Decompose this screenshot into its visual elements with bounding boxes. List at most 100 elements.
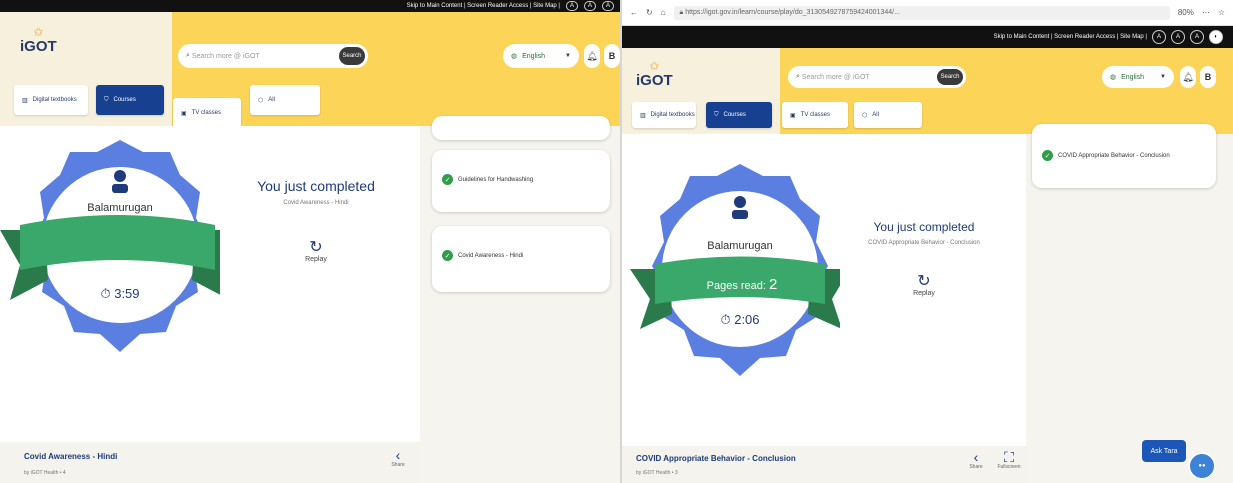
list-item-label: Covid Awareness - Hindi [458,252,524,259]
tab-tv-classes[interactable]: ▣ TV classes [173,98,241,128]
accessibility-links[interactable]: Skip to Main Content | Screen Reader Acc… [994,34,1147,40]
list-item[interactable]: ✓ Guidelines for Handwashing [442,174,533,185]
chevron-down-icon: ▼ [1160,74,1166,80]
list-item[interactable]: ✓ Covid Awareness - Hindi [442,250,523,261]
tab-all[interactable]: ⬡ All [854,102,922,128]
course-title: COVID Appropriate Behavior - Conclusion [636,454,796,463]
share-label: Share [391,462,405,468]
book-icon: ▥ [640,112,646,119]
notification-bell-icon[interactable]: 🔔︎ [1180,66,1196,88]
completion-title: You just completed [257,178,375,194]
pages-read-label: Pages read: [706,280,766,292]
badge-user-name: Balamurugan [87,202,153,214]
language-select[interactable]: ◍ English ▼ [1102,66,1174,88]
left-player-pane: Skip to Main Content | Screen Reader Acc… [0,0,620,483]
user-icon-head [114,170,126,182]
pages-read: Pages read: 2 [692,276,792,293]
bookmark-star-icon[interactable]: ☆ [1218,8,1225,17]
check-circle-icon: ✓ [442,174,453,185]
graduation-cap-icon: ⛉ [104,96,109,103]
search-button[interactable]: Search [339,47,365,65]
tab-tv-classes[interactable]: ▣ TV classes [782,102,848,128]
share-label: Share [969,464,983,470]
badge-timer: ⏱︎ 2:06 [700,312,780,328]
fullscreen-button[interactable]: ⛶ Fullscreen [994,450,1024,470]
completion-subtitle: COVID Appropriate Behavior - Conclusion [868,240,980,246]
contrast-icon[interactable]: ◐ [1209,30,1223,44]
font-reset-button[interactable]: A [584,1,596,11]
course-list-panel: ✓ COVID Appropriate Behavior - Conclusio… [1026,124,1233,483]
course-meta: by iGOT Health • 3 [636,470,678,476]
font-reset-button[interactable]: A [1171,30,1185,44]
star-icon: ✩ [33,25,44,39]
badge-time-value: 2:06 [734,312,760,327]
tab-label: Digital textbooks [650,112,695,118]
list-card-top [432,116,610,140]
tab-label: TV classes [191,110,222,116]
badge-user-name: Balamurugan [707,240,773,252]
tab-label: TV classes [800,112,831,118]
logo-text: iGOT [636,72,673,89]
completion-title: You just completed [873,220,975,234]
badge-time-value: 3:59 [114,286,140,301]
font-increase-button[interactable]: A [602,1,614,11]
list-item-label: COVID Appropriate Behavior - Conclusion [1058,152,1170,159]
logo-text: iGOT [20,38,57,55]
avatar[interactable]: B [1200,66,1216,88]
tab-courses[interactable]: ⛉ Courses [706,102,772,128]
replay-button[interactable]: ↻ Replay [296,240,336,264]
player-footer: Covid Awareness - Hindi by iGOT Health •… [0,442,420,483]
check-circle-icon: ✓ [442,250,453,261]
chatbot-avatar-icon[interactable]: ●● [1188,452,1216,480]
accessibility-bar: Skip to Main Content | Screen Reader Acc… [622,26,1233,48]
avatar[interactable]: B [604,44,620,68]
site-header: ✩ iGOT ⌕ Search more @ iGOT Search ◍ Eng… [0,12,620,128]
tab-all[interactable]: ⬡ All [250,85,320,115]
share-button[interactable]: ‹ Share [386,448,410,468]
badge-timer: ⏱︎ 3:59 [80,286,160,302]
font-increase-button[interactable]: A [1190,30,1204,44]
all-icon: ⬡ [862,112,868,119]
search-placeholder: Search more @ iGOT [801,73,870,81]
site-header: ✩ iGOT ⌕ Search more @ iGOT Search ◍ Eng… [622,48,1233,134]
menu-dots-icon[interactable]: ⋯ [1202,8,1210,17]
pages-read-value: 2 [769,276,778,293]
tab-label: Digital textbooks [32,97,77,103]
replay-label: Replay [305,256,327,263]
search-input[interactable]: ⌕ Search more @ iGOT Search [178,44,368,68]
player-content: Balamurugan Pages read: 2 ⏱︎ 2:06 You ju… [622,134,1026,446]
reload-icon[interactable]: ↻ [646,8,653,17]
tab-digital-textbooks[interactable]: ▥ Digital textbooks [632,102,696,128]
search-input[interactable]: ⌕ Search more @ iGOT Search [788,66,966,88]
back-arrow-icon[interactable]: ← [630,8,638,17]
course-title: Covid Awareness - Hindi [24,452,118,461]
home-icon[interactable]: ⌂ [661,8,666,17]
zoom-level[interactable]: 80% [1178,8,1194,17]
tab-courses[interactable]: ⛉ Courses [96,85,164,115]
font-decrease-button[interactable]: A [566,1,578,11]
stopwatch-icon: ⏱︎ [720,312,731,327]
notification-bell-icon[interactable]: 🔔︎ [584,44,600,68]
fullscreen-label: Fullscreen [997,464,1021,470]
list-item[interactable]: ✓ COVID Appropriate Behavior - Conclusio… [1042,150,1170,161]
font-decrease-button[interactable]: A [1152,30,1166,44]
accessibility-bar: Skip to Main Content | Screen Reader Acc… [0,0,620,12]
share-button[interactable]: ‹ Share [964,450,988,470]
accessibility-links[interactable]: Skip to Main Content | Screen Reader Acc… [407,3,560,9]
igot-logo[interactable]: ✩ iGOT [636,60,673,89]
tab-digital-textbooks[interactable]: ▥ Digital textbooks [14,85,88,115]
globe-icon: ◍ [1110,74,1117,81]
language-select[interactable]: ◍ English ▼ [503,44,579,68]
address-bar[interactable]: 🔒︎ https://igot.gov.in/learn/course/play… [673,5,1170,20]
language-label: English [522,52,546,60]
share-icon: ‹ [973,449,979,465]
replay-button[interactable]: ↻ Replay [904,274,944,298]
fullscreen-icon: ⛶ [1004,449,1014,465]
ask-tara-button[interactable]: Ask Tara [1142,440,1186,462]
search-placeholder: Search more @ iGOT [191,52,260,60]
igot-logo[interactable]: ✩ iGOT [20,26,57,55]
course-list-panel: ✓ Guidelines for Handwashing ✓ Covid Awa… [420,116,620,483]
language-label: English [1121,73,1145,81]
search-button[interactable]: Search [937,69,963,85]
replay-label: Replay [913,290,935,297]
